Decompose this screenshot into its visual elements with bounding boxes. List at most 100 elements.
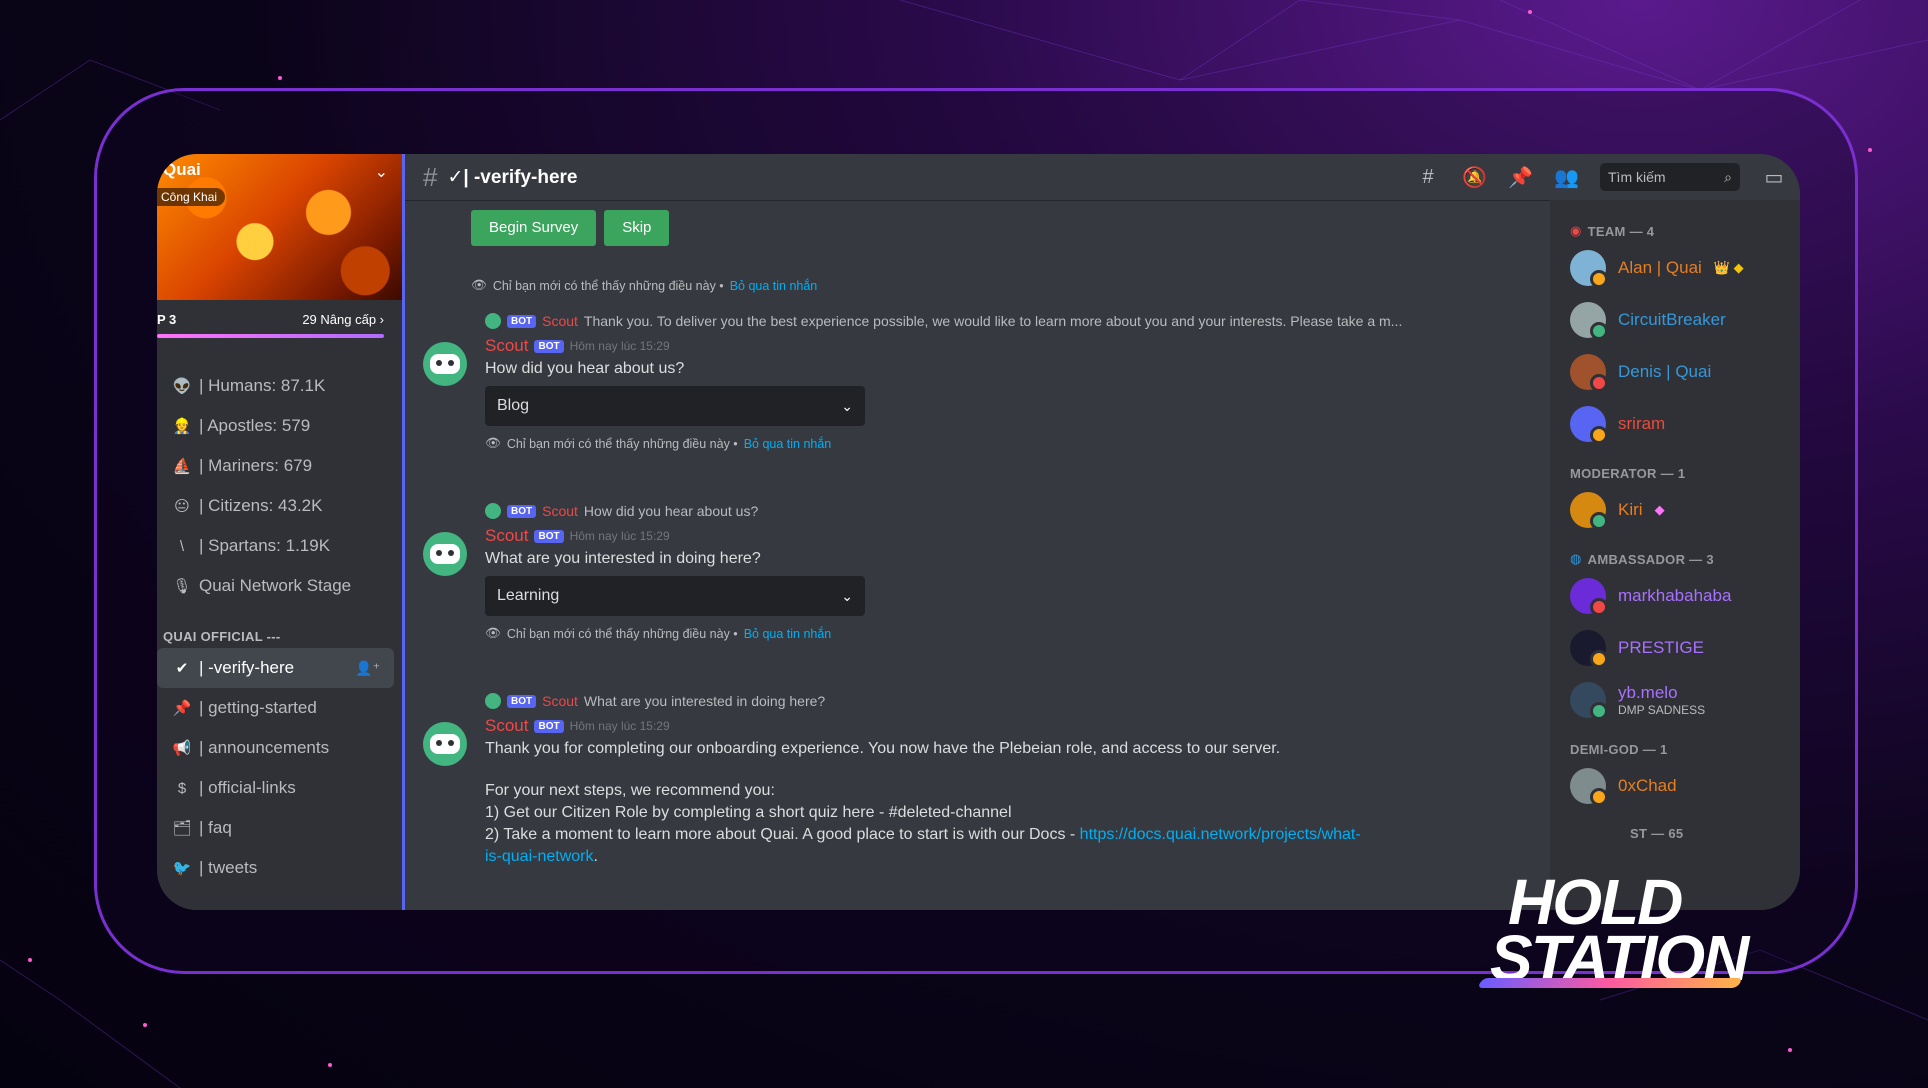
stat-spartans[interactable]: \ | Spartans: 1.19K (157, 526, 402, 566)
message-author[interactable]: Scout (485, 336, 528, 356)
member-category: ST — 65 (1570, 822, 1800, 844)
server-banner[interactable]: Quai ⌄ Công Khai (157, 154, 402, 300)
member-item[interactable]: sriram (1570, 398, 1800, 450)
reply-author[interactable]: Scout (542, 503, 578, 519)
threads-icon[interactable]: # (1416, 166, 1440, 189)
pin-icon[interactable]: 📌 (1508, 165, 1533, 190)
channel-tweets[interactable]: 🐦 | tweets (157, 848, 394, 888)
category-quai-official[interactable]: QUAI OFFICIAL --- (157, 624, 402, 648)
reply-preview[interactable]: BOT Scout What are you interested in doing… (485, 690, 1525, 712)
avatar (1570, 406, 1608, 444)
bot-avatar[interactable] (423, 722, 467, 766)
eye-icon: 👁 (485, 436, 501, 450)
member-category: DEMI-GOD — 1 (1570, 738, 1800, 760)
select-value: Blog (497, 397, 530, 414)
logo-swoosh (1477, 978, 1743, 988)
member-item[interactable]: Denis | Quai (1570, 346, 1800, 398)
stage-label: Quai Network Stage (199, 576, 352, 595)
docs-link[interactable]: is-quai-network (485, 848, 593, 865)
member-item[interactable]: markhabahaba (1570, 570, 1800, 622)
members-icon[interactable]: 👥 (1554, 165, 1579, 190)
channel-verify-here[interactable]: ✔ | -verify-here 👤⁺ (157, 648, 394, 688)
reply-text: How did you hear about us? (583, 503, 759, 519)
member-list: ◉ TEAM — 4 Alan | Quai 👑 ◆ CircuitBreaker … (1550, 200, 1800, 910)
bot-avatar[interactable] (423, 532, 467, 576)
channel-sidebar: Quai ⌄ Công Khai P 3 29 Nâng cấp › 👽 | Hu… (157, 154, 402, 910)
avatar (1570, 630, 1608, 668)
member-name: Denis | Quai (1618, 362, 1712, 381)
main-panel: # ✓| -verify-here # 🔕 📌 👥 Tìm kiếm ⌕ ▭ Be… (402, 154, 1800, 910)
stat-citizens[interactable]: 😐 | Citizens: 43.2K (157, 486, 402, 526)
channel-label: | tweets (199, 858, 258, 877)
docs-link[interactable]: https://docs.quai.network/projects/what- (1080, 826, 1361, 843)
channel-getting-started[interactable]: 📌 | getting-started (157, 688, 394, 728)
ephemeral-text: Chỉ bạn mới có thể thấy những điều này • (506, 626, 738, 641)
member-item[interactable]: yb.melo DMP SADNESS (1570, 674, 1800, 726)
invite-member-icon[interactable]: 👤⁺ (355, 660, 380, 677)
dismiss-message-link[interactable]: Bỏ qua tin nhắn (744, 437, 832, 451)
bot-tag: BOT (507, 694, 537, 708)
message-text: Thank you for completing our onboarding … (485, 740, 1281, 757)
bot-avatar[interactable] (423, 342, 467, 386)
reply-author[interactable]: Scout (542, 693, 578, 709)
channel-official-links[interactable]: $ | official-links (157, 768, 394, 808)
reply-author[interactable]: Scout (542, 313, 578, 329)
dismiss-message-link[interactable]: Bỏ qua tin nhắn (730, 279, 818, 293)
reply-preview[interactable]: BOT Scout Thank you. To deliver you the be… (485, 310, 1525, 332)
stats-channels: 👽 | Humans: 87.1K 👷 | Apostles: 579 ⛵ | Mar… (157, 366, 402, 606)
stat-mariners[interactable]: ⛵ | Mariners: 679 (157, 446, 402, 486)
member-item[interactable]: CircuitBreaker (1570, 294, 1800, 346)
inbox-icon[interactable]: ▭ (1762, 165, 1786, 190)
globe-icon: ◍ (1570, 551, 1582, 566)
message-author[interactable]: Scout (485, 716, 528, 736)
avatar (1570, 492, 1608, 530)
bot-tag: BOT (534, 719, 564, 733)
stat-humans[interactable]: 👽 | Humans: 87.1K (157, 366, 402, 406)
bird-icon: 🐦 (172, 860, 192, 877)
gem-icon: ◆ (1654, 502, 1665, 517)
channel-label: | faq (199, 818, 232, 837)
robot-icon (430, 354, 460, 374)
ephemeral-note: 👁 Chỉ bạn mới có thể thấy những điều này … (485, 626, 1525, 641)
status-online (1590, 512, 1608, 530)
dismiss-message-link[interactable]: Bỏ qua tin nhắn (744, 627, 832, 641)
skip-button[interactable]: Skip (604, 210, 670, 246)
search-input[interactable]: Tìm kiếm ⌕ (1600, 163, 1740, 191)
bot-tag: BOT (507, 314, 537, 328)
member-item[interactable]: 0xChad (1570, 760, 1800, 812)
stat-apostles[interactable]: 👷 | Apostles: 579 (157, 406, 402, 446)
boost-progress[interactable]: P 3 29 Nâng cấp › (157, 300, 402, 344)
message: BOT Scout How did you hear about us? Scout… (423, 500, 1525, 641)
slash-icon: \ (179, 537, 185, 555)
answer-select[interactable]: Learning ⌄ (485, 576, 865, 616)
channel-faq[interactable]: 🗂 | faq (157, 808, 394, 848)
member-name: 0xChad (1618, 776, 1677, 795)
header-toolbar: # 🔕 📌 👥 Tìm kiếm ⌕ ▭ (1416, 163, 1786, 191)
dollar-icon: $ (177, 779, 187, 797)
answer-select[interactable]: Blog ⌄ (485, 386, 865, 426)
stat-label: | Mariners: 679 (199, 456, 313, 475)
member-name: markhabahaba (1618, 586, 1732, 605)
member-name: Alan | Quai (1618, 258, 1702, 277)
chevron-down-icon[interactable]: ⌄ (375, 162, 388, 182)
megaphone-icon: 📢 (172, 740, 192, 757)
boost-count: 29 Nâng cấp › (302, 312, 384, 327)
boost-level: P 3 (157, 312, 177, 327)
begin-survey-button[interactable]: Begin Survey (471, 210, 597, 246)
message-author[interactable]: Scout (485, 526, 528, 546)
stage-channel[interactable]: 🎙 Quai Network Stage (157, 566, 402, 606)
search-icon: ⌕ (1724, 168, 1732, 185)
member-item[interactable]: Alan | Quai 👑 ◆ (1570, 242, 1800, 294)
channel-announcements[interactable]: 📢 | announcements (157, 728, 394, 768)
reply-preview[interactable]: BOT Scout How did you hear about us? (485, 500, 1525, 522)
member-item[interactable]: Kiri ◆ (1570, 484, 1800, 536)
member-category: ◍ AMBASSADOR — 3 (1570, 548, 1800, 570)
member-item[interactable]: PRESTIGE (1570, 622, 1800, 674)
discord-window: Quai ⌄ Công Khai P 3 29 Nâng cấp › 👽 | Hu… (157, 154, 1800, 910)
member-name: CircuitBreaker (1618, 310, 1726, 329)
stage-icon: 🎙 (172, 578, 192, 595)
sailboat-icon: ⛵ (172, 458, 192, 475)
message-header: Scout BOT Hôm nay lúc 15:29 (485, 714, 1525, 738)
mute-bell-icon[interactable]: 🔕 (1462, 165, 1487, 190)
bot-tag: BOT (507, 504, 537, 518)
